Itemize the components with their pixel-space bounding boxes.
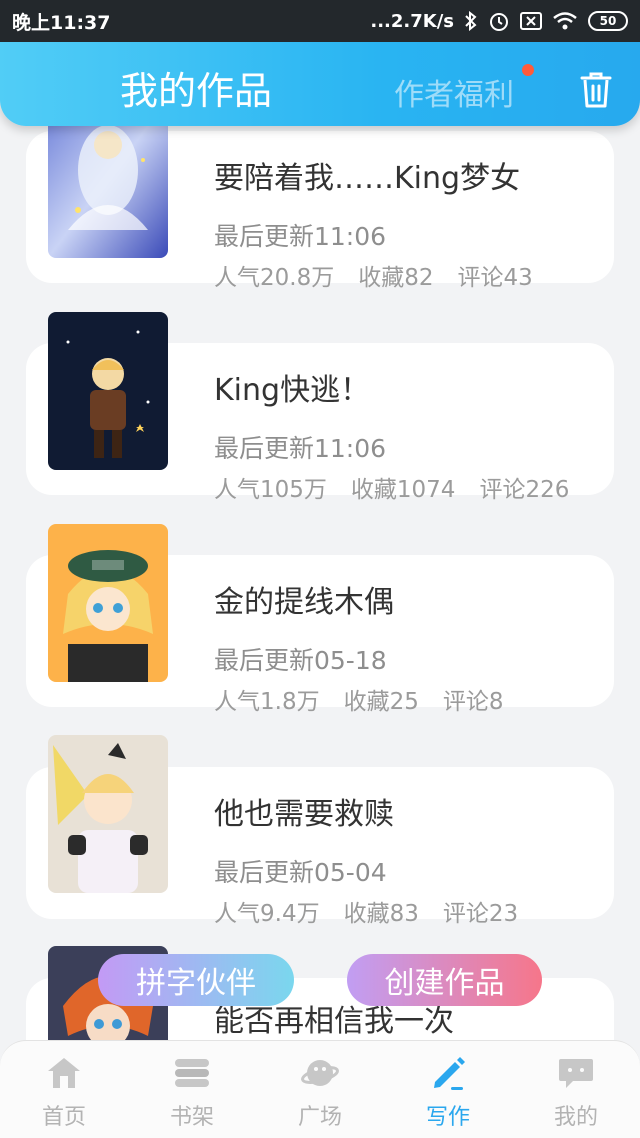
nav-mine-label: 我的 (553, 1105, 598, 1130)
wifi-icon (552, 11, 578, 31)
home-icon (44, 1053, 84, 1093)
notification-dot (522, 64, 534, 76)
work-stats: 人气20.8万 收藏82 评论43 (214, 258, 533, 292)
bookshelf-icon (172, 1053, 212, 1093)
work-updated: 最后更新05-18 (214, 646, 387, 675)
work-updated: 最后更新05-04 (214, 858, 387, 887)
status-indicators: ...2.7K/s 50 (370, 10, 628, 32)
nav-plaza-label: 广场 (297, 1105, 342, 1130)
network-speed: ...2.7K/s (370, 10, 454, 32)
nav-bookshelf-label: 书架 (169, 1105, 214, 1130)
work-popularity: 人气20.8万 (214, 265, 335, 291)
create-work-button[interactable]: 创建作品 (347, 954, 542, 1006)
work-title: 他也需要救赎 (214, 797, 394, 832)
work-favorites: 收藏82 (358, 265, 434, 291)
work-comments: 评论43 (457, 265, 533, 291)
work-comments: 评论8 (442, 689, 504, 715)
work-popularity: 人气9.4万 (214, 901, 320, 927)
partner-button[interactable]: 拼字伙伴 (98, 954, 294, 1006)
work-updated: 最后更新11:06 (214, 222, 387, 251)
alarm-icon (488, 10, 510, 32)
nav-write-label: 写作 (425, 1105, 470, 1130)
work-stats: 人气9.4万 收藏83 评论23 (214, 894, 518, 928)
work-popularity: 人气1.8万 (214, 689, 320, 715)
nav-mine[interactable]: 我的 (512, 1041, 640, 1138)
work-favorites: 收藏83 (343, 901, 419, 927)
chat-bubble-icon (556, 1053, 596, 1093)
app-header: 我的作品 作者福利 (0, 42, 640, 126)
no-sim-icon (520, 12, 542, 30)
work-stats: 人气105万 收藏1074 评论226 (214, 470, 569, 504)
nav-home-label: 首页 (41, 1105, 86, 1130)
work-favorites: 收藏1074 (350, 477, 456, 503)
status-bar: 晚上11:37 ...2.7K/s 50 (0, 0, 640, 42)
planet-icon (300, 1053, 340, 1093)
status-time: 晚上11:37 (12, 11, 111, 34)
work-stats: 人气1.8万 收藏25 评论8 (214, 682, 504, 716)
works-list: 要陪着我……King梦女 最后更新11:06 人气20.8万 收藏82 评论43… (0, 0, 640, 1138)
nav-bookshelf[interactable]: 书架 (128, 1041, 256, 1138)
tab-author-benefits[interactable]: 作者福利 (394, 70, 514, 114)
work-title: King快逃！ (214, 373, 371, 408)
nav-plaza[interactable]: 广场 (256, 1041, 384, 1138)
pencil-icon (428, 1053, 468, 1093)
nav-home[interactable]: 首页 (0, 1041, 128, 1138)
work-title: 要陪着我……King梦女 (214, 161, 521, 196)
work-title: 金的提线木偶 (214, 585, 394, 620)
work-favorites: 收藏25 (343, 689, 419, 715)
bottom-nav: 首页 书架 广场 写作 我的 (0, 1040, 640, 1138)
work-cover[interactable] (48, 735, 168, 893)
work-comments: 评论226 (479, 477, 570, 503)
trash-icon[interactable] (578, 70, 614, 110)
work-comments: 评论23 (442, 901, 519, 927)
work-cover[interactable] (48, 312, 168, 470)
page-title[interactable]: 我的作品 (120, 60, 272, 115)
work-cover[interactable] (48, 524, 168, 682)
work-popularity: 人气105万 (214, 477, 327, 503)
battery-indicator: 50 (588, 11, 628, 31)
nav-write[interactable]: 写作 (384, 1041, 512, 1138)
work-updated: 最后更新11:06 (214, 434, 387, 463)
bluetooth-icon (464, 11, 478, 31)
